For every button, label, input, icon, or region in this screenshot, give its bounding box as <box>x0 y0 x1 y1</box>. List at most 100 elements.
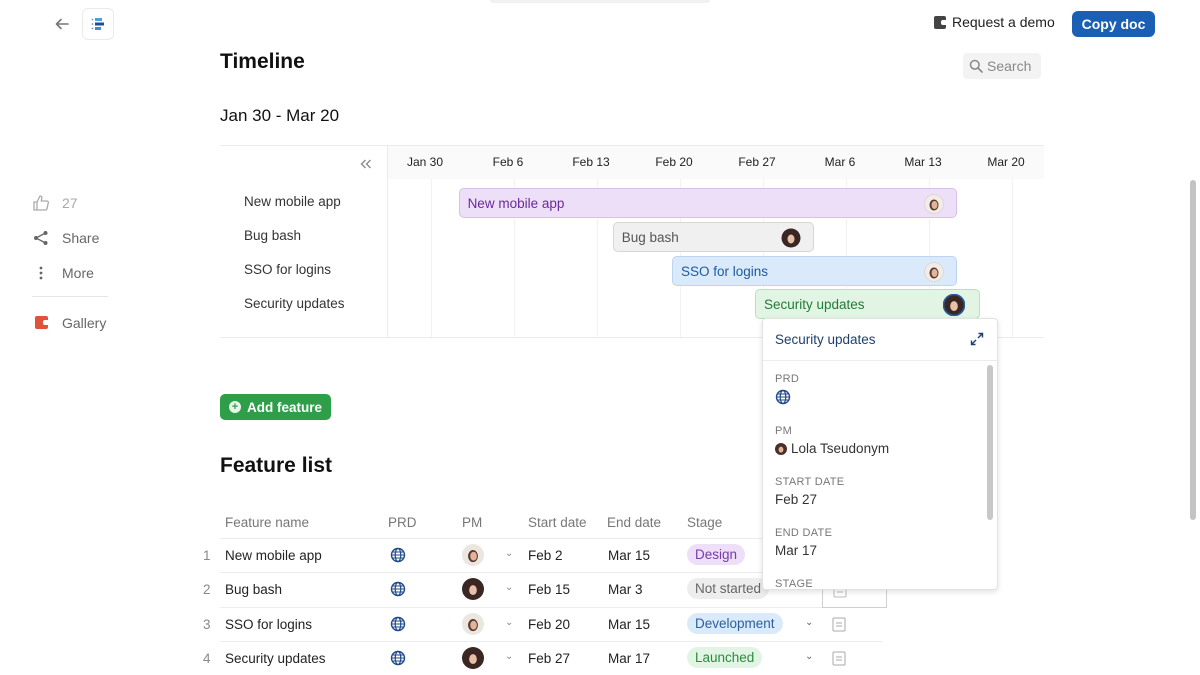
globe-icon[interactable] <box>390 547 406 563</box>
date-range: Jan 30 - Mar 20 <box>220 106 340 125</box>
start-date-cell[interactable]: Feb 15 <box>528 582 570 597</box>
timeline-bar-bug-bash[interactable]: Bug bash <box>612 222 815 252</box>
start-date-cell[interactable]: Feb 2 <box>528 548 563 563</box>
coda-logo-icon <box>934 15 946 29</box>
add-feature-label: Add feature <box>247 399 323 415</box>
request-demo-link[interactable]: Request a demo <box>934 14 1055 30</box>
timeline-chart-area: Jan 30 Feb 6 Feb 13 Feb 20 Feb 27 Mar 6 … <box>388 146 1044 337</box>
end-date-cell[interactable]: Mar 15 <box>608 548 650 563</box>
column-header-feature-name[interactable]: Feature name <box>225 515 309 530</box>
start-date-cell[interactable]: Feb 27 <box>528 651 570 666</box>
avatar-icon <box>781 228 801 248</box>
stage-badge[interactable]: Not started <box>687 578 770 599</box>
more-button[interactable]: More <box>32 255 110 290</box>
end-date-cell[interactable]: Mar 3 <box>608 582 643 597</box>
timeline-label-column: New mobile app Bug bash SSO for logins S… <box>220 146 388 337</box>
pm-dropdown-caret[interactable]: ⌄ <box>505 651 513 662</box>
pm-dropdown-caret[interactable]: ⌄ <box>505 617 513 628</box>
arrow-left-icon <box>55 18 69 30</box>
row-number: 4 <box>203 651 211 666</box>
prd-label: PRD <box>775 373 800 385</box>
gallery-link[interactable]: Gallery <box>32 305 110 340</box>
stage-badge[interactable]: Design <box>687 544 746 565</box>
doc-icon-button[interactable] <box>82 8 114 40</box>
feature-name-cell[interactable]: New mobile app <box>225 548 322 563</box>
left-rail: 27 Share More Gallery <box>32 185 110 340</box>
timeline-bar-security-updates[interactable]: Security updates <box>755 289 981 319</box>
row-number: 1 <box>203 548 211 563</box>
column-header-end-date[interactable]: End date <box>607 515 661 530</box>
pm-label: PM <box>775 425 793 437</box>
feature-detail-popover: Security updates PRD PM Lola Tseudonym S… <box>762 318 998 590</box>
avatar-icon[interactable] <box>462 613 484 635</box>
axis-tick-label: Mar 6 <box>824 155 856 169</box>
document-icon[interactable] <box>832 651 846 666</box>
avatar-icon[interactable] <box>462 544 484 566</box>
stage-badge[interactable]: Development <box>687 613 783 634</box>
timeline: New mobile app Bug bash SSO for logins S… <box>220 145 1044 338</box>
avatar-icon <box>775 442 787 455</box>
column-header-pm[interactable]: PM <box>462 515 482 530</box>
bar-label: SSO for logins <box>681 263 769 279</box>
prd-value[interactable] <box>775 389 981 405</box>
gallery-logo-icon <box>34 316 48 329</box>
table-row[interactable]: 4 Security updates ⌄ Feb 27 Mar 17 Launc… <box>203 641 882 675</box>
pm-name: Lola Tseudonym <box>791 441 890 456</box>
column-header-start-date[interactable]: Start date <box>528 515 587 530</box>
popover-body: PRD PM Lola Tseudonym START DATE Feb 27 … <box>775 373 981 590</box>
row-number: 2 <box>203 582 211 597</box>
table-row[interactable]: 3 SSO for logins ⌄ Feb 20 Mar 15 Develop… <box>203 607 882 641</box>
share-label: Share <box>62 229 100 246</box>
globe-icon[interactable] <box>390 616 406 632</box>
share-button[interactable]: Share <box>32 220 110 255</box>
column-header-prd[interactable]: PRD <box>388 515 417 530</box>
bar-label: Security updates <box>764 296 865 312</box>
page-scrollbar[interactable] <box>1190 180 1196 520</box>
axis-tick-label: Feb 6 <box>492 155 524 169</box>
avatar-icon[interactable] <box>462 578 484 600</box>
timeline-gridline <box>1012 179 1013 337</box>
feature-list-heading: Feature list <box>220 454 333 477</box>
stage-dropdown-caret[interactable]: ⌄ <box>805 651 813 662</box>
more-vertical-icon <box>39 266 43 279</box>
globe-icon[interactable] <box>390 581 406 597</box>
rail-divider <box>32 296 108 297</box>
stage-badge[interactable]: Launched <box>687 647 763 668</box>
feature-name-cell[interactable]: SSO for logins <box>225 617 312 632</box>
timeline-row-label: Bug bash <box>244 228 302 243</box>
stage-dropdown-caret[interactable]: ⌄ <box>805 617 813 628</box>
pm-dropdown-caret[interactable]: ⌄ <box>505 548 513 559</box>
start-date-value: Feb 27 <box>775 492 818 507</box>
expand-button[interactable] <box>969 331 985 352</box>
search-icon <box>969 59 983 73</box>
timeline-row-label: New mobile app <box>244 194 341 209</box>
popover-scrollbar[interactable] <box>987 365 993 520</box>
axis-tick-label: Feb 27 <box>738 155 776 169</box>
avatar-icon <box>943 294 966 316</box>
timeline-heading: Timeline <box>220 50 305 73</box>
timeline-row-label: SSO for logins <box>244 262 332 277</box>
like-button[interactable]: 27 <box>32 185 110 220</box>
start-date-cell[interactable]: Feb 20 <box>528 617 570 632</box>
pm-dropdown-caret[interactable]: ⌄ <box>505 582 513 593</box>
feature-name-cell[interactable]: Security updates <box>225 651 326 666</box>
search-label: Search <box>987 58 1032 74</box>
timeline-bar-sso-for-logins[interactable]: SSO for logins <box>672 256 957 286</box>
feature-name-cell[interactable]: Bug bash <box>225 582 282 597</box>
column-header-stage[interactable]: Stage <box>687 515 722 530</box>
document-icon[interactable] <box>832 617 846 632</box>
timeline-bar-new-mobile-app[interactable]: New mobile app <box>458 188 957 218</box>
avatar-icon <box>923 194 944 214</box>
plus-circle-icon: + <box>229 401 241 413</box>
stage-label: STAGE <box>775 578 813 590</box>
avatar-icon[interactable] <box>462 647 484 669</box>
add-feature-button[interactable]: + Add feature <box>220 394 331 420</box>
back-button[interactable] <box>50 12 74 36</box>
end-date-cell[interactable]: Mar 15 <box>608 617 650 632</box>
globe-icon[interactable] <box>390 650 406 666</box>
collapse-button[interactable] <box>360 156 372 174</box>
search-button[interactable]: Search <box>963 53 1041 79</box>
copy-doc-button[interactable]: Copy doc <box>1072 11 1155 37</box>
bar-label: New mobile app <box>467 195 565 211</box>
end-date-cell[interactable]: Mar 17 <box>608 651 650 666</box>
